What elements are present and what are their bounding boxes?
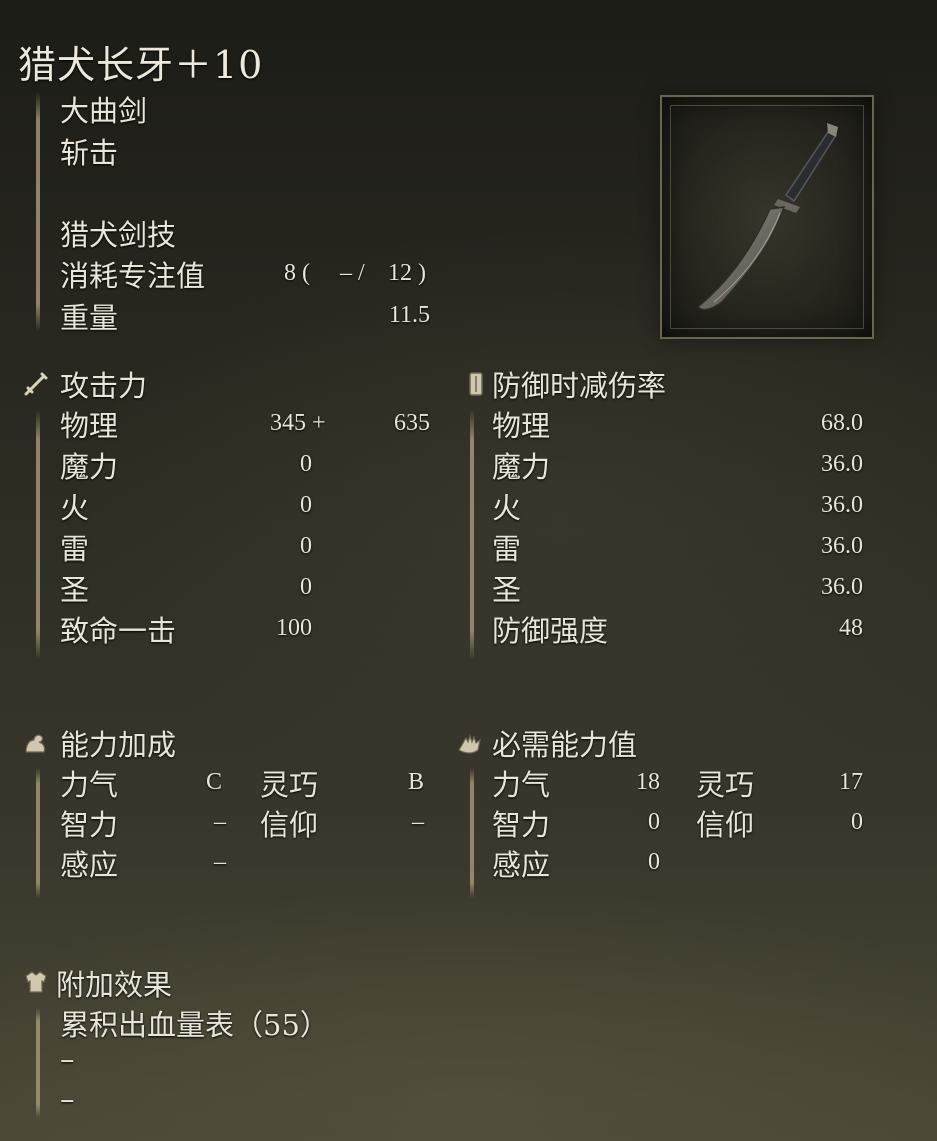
attack-label-lightning: 雷 xyxy=(60,532,90,566)
req-fai-label: 信仰 xyxy=(696,808,755,842)
effects-heading: 附加效果 xyxy=(56,968,173,1002)
scaling-dex-label: 灵巧 xyxy=(260,768,319,802)
attack-label-magic: 魔力 xyxy=(60,450,119,484)
guard-label-holy: 圣 xyxy=(492,573,522,607)
attack-critical-value: 100 xyxy=(276,615,312,641)
sword-icon xyxy=(22,370,50,398)
attack-heading: 攻击力 xyxy=(60,369,148,403)
req-arc-value: 0 xyxy=(648,849,660,875)
effect-item-3: – xyxy=(60,1082,75,1116)
attack-physical-base: 345 + xyxy=(270,410,326,436)
req-dex-value: 17 xyxy=(839,769,863,795)
damage-type: 斩击 xyxy=(60,136,119,170)
fp-cost-close: 12 ) xyxy=(388,260,426,286)
attack-lightning-value: 0 xyxy=(300,533,312,559)
fp-cost-mid: – / xyxy=(340,260,365,286)
armor-icon xyxy=(22,968,50,996)
req-str-label: 力气 xyxy=(492,768,551,802)
weapon-type: 大曲剑 xyxy=(60,94,148,128)
fp-cost-open: 8 ( xyxy=(284,260,310,286)
attack-label-holy: 圣 xyxy=(60,573,90,607)
attack-label-fire: 火 xyxy=(60,491,90,525)
scaling-heading: 能力加成 xyxy=(60,728,177,762)
divider-line xyxy=(36,92,40,332)
scaling-int-label: 智力 xyxy=(60,808,119,842)
scaling-str-label: 力气 xyxy=(60,768,119,802)
fp-cost-label: 消耗专注值 xyxy=(60,259,206,293)
divider-line xyxy=(470,768,474,898)
weapon-image xyxy=(696,123,838,311)
attack-physical-bonus: 635 xyxy=(394,410,430,436)
guard-label-boost: 防御强度 xyxy=(492,614,609,648)
weapon-image-frame xyxy=(660,95,874,339)
scaling-arc-label: 感应 xyxy=(60,848,119,882)
guard-label-lightning: 雷 xyxy=(492,532,522,566)
weight-label: 重量 xyxy=(60,301,119,335)
guard-holy-value: 36.0 xyxy=(821,574,863,600)
scaling-int-value: – xyxy=(214,809,226,835)
req-dex-label: 灵巧 xyxy=(696,768,755,802)
scaling-fai-value: – xyxy=(412,809,424,835)
guard-fire-value: 36.0 xyxy=(821,492,863,518)
scaling-fai-label: 信仰 xyxy=(260,808,319,842)
divider-line xyxy=(36,410,40,660)
guard-label-magic: 魔力 xyxy=(492,450,551,484)
shield-icon xyxy=(462,370,490,398)
weapon-skill: 猎犬剑技 xyxy=(60,218,177,252)
guard-heading: 防御时减伤率 xyxy=(492,369,667,403)
divider-line xyxy=(36,768,40,898)
guard-physical-value: 68.0 xyxy=(821,410,863,436)
req-arc-label: 感应 xyxy=(492,848,551,882)
scaling-arc-value: – xyxy=(214,849,226,875)
guard-boost-value: 48 xyxy=(839,615,863,641)
requirements-heading: 必需能力值 xyxy=(492,728,638,762)
req-fai-value: 0 xyxy=(851,809,863,835)
flexed-arm-icon xyxy=(22,730,50,758)
scaling-dex-value: B xyxy=(407,769,424,795)
hand-icon xyxy=(456,730,484,758)
attack-holy-value: 0 xyxy=(300,574,312,600)
divider-line xyxy=(470,410,474,660)
guard-magic-value: 36.0 xyxy=(821,451,863,477)
req-int-label: 智力 xyxy=(492,808,551,842)
req-str-value: 18 xyxy=(636,769,660,795)
divider-line xyxy=(36,1008,40,1118)
guard-label-fire: 火 xyxy=(492,491,522,525)
scaling-str-value: C xyxy=(206,769,223,795)
attack-label-critical: 致命一击 xyxy=(60,614,177,648)
effect-item-2: – xyxy=(60,1042,75,1076)
weight-value: 11.5 xyxy=(388,302,430,328)
weapon-name: 猎犬长牙＋10 xyxy=(18,43,264,87)
req-int-value: 0 xyxy=(648,809,660,835)
attack-fire-value: 0 xyxy=(300,492,312,518)
guard-lightning-value: 36.0 xyxy=(821,533,863,559)
attack-magic-value: 0 xyxy=(300,451,312,477)
effect-item-1: 累积出血量表（55） xyxy=(60,1008,329,1042)
attack-label-physical: 物理 xyxy=(60,409,119,443)
guard-label-physical: 物理 xyxy=(492,409,551,443)
